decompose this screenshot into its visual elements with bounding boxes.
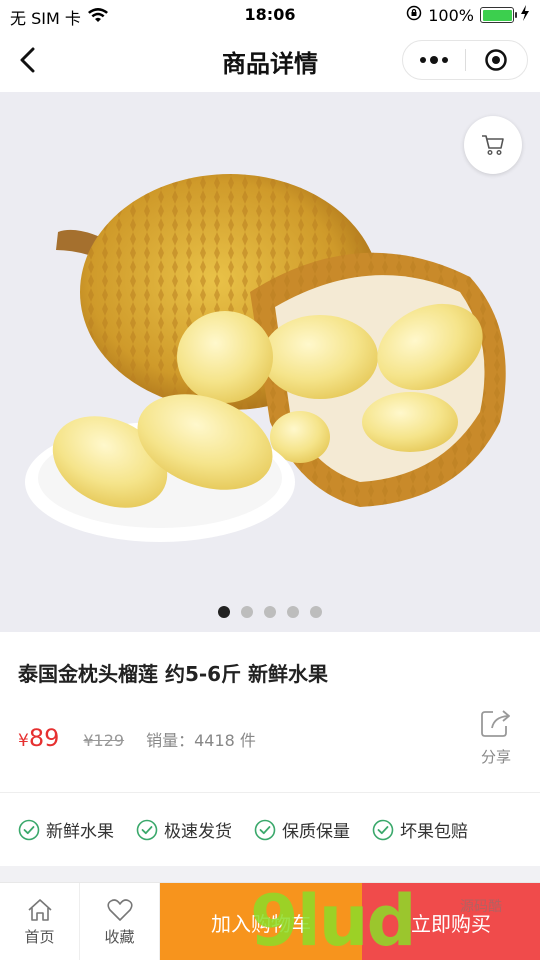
sales-count: 销量：4418 件 <box>146 731 256 750</box>
feature-label: 保质保量 <box>282 822 350 842</box>
current-price: 89 <box>28 724 60 752</box>
battery-icon <box>480 7 517 23</box>
home-icon <box>27 898 52 921</box>
check-circle-icon <box>372 819 394 840</box>
home-button[interactable]: 首页 <box>0 883 80 960</box>
buy-now-button[interactable]: 立即购买 <box>362 883 540 960</box>
currency-symbol: ¥ <box>18 731 29 751</box>
shopping-cart-icon <box>482 135 504 156</box>
carousel-dot[interactable] <box>287 606 299 618</box>
check-circle-icon <box>136 819 158 840</box>
durian-product-image <box>25 174 506 542</box>
feature-item: 新鲜水果 <box>18 817 114 842</box>
carousel-dot[interactable] <box>310 606 322 618</box>
share-button[interactable]: 分享 <box>476 708 516 767</box>
product-info: 泰国金枕头榴莲 约5-6斤 新鲜水果 ¥ 89 ¥129 销量：4418 件 分… <box>0 632 540 792</box>
target-circle-icon <box>485 49 507 71</box>
more-dots-icon <box>419 57 426 63</box>
favorite-label: 收藏 <box>104 927 135 946</box>
section-divider <box>0 866 540 882</box>
feature-item: 极速发货 <box>136 817 232 842</box>
close-miniprogram-button[interactable] <box>465 40 527 80</box>
charging-icon <box>520 5 530 25</box>
carousel-indicator <box>0 606 540 618</box>
status-right: 100% <box>406 5 530 25</box>
carousel-dot[interactable] <box>241 606 253 618</box>
battery-fill <box>482 9 512 21</box>
more-menu-button[interactable] <box>403 40 465 80</box>
carousel-dot[interactable] <box>264 606 276 618</box>
navigation-bar: 商品详情 <box>0 30 540 92</box>
heart-icon <box>106 898 133 921</box>
battery-percent: 100% <box>428 5 474 25</box>
bottom-action-bar: 首页 收藏 加入购物车 立即购买 <box>0 882 540 960</box>
check-circle-icon <box>254 819 276 840</box>
check-circle-icon <box>18 819 40 840</box>
feature-label: 极速发货 <box>164 822 232 842</box>
carousel-dot[interactable] <box>218 606 230 618</box>
feature-item: 坏果包赔 <box>372 817 468 842</box>
miniprogram-capsule <box>402 40 528 80</box>
favorite-button[interactable]: 收藏 <box>80 883 160 960</box>
price-row: ¥ 89 ¥129 销量：4418 件 <box>18 724 256 752</box>
share-label: 分享 <box>480 748 511 766</box>
cart-float-button[interactable] <box>464 116 522 174</box>
feature-label: 坏果包赔 <box>400 822 468 842</box>
feature-label: 新鲜水果 <box>46 822 114 842</box>
original-price: ¥129 <box>83 731 125 750</box>
feature-item: 保质保量 <box>254 817 350 842</box>
add-to-cart-button[interactable]: 加入购物车 <box>160 883 362 960</box>
share-icon <box>481 710 510 737</box>
watermark-subtext: 源码酷 <box>460 899 502 915</box>
home-label: 首页 <box>24 927 55 946</box>
product-title: 泰国金枕头榴莲 约5-6斤 新鲜水果 <box>18 662 329 686</box>
status-bar: 无 SIM 卡 18:06 100% <box>0 0 540 30</box>
orientation-lock-icon <box>406 5 422 25</box>
service-features: 新鲜水果 极速发货 保质保量 坏果包赔 <box>0 792 540 866</box>
product-image-carousel[interactable] <box>0 92 540 632</box>
